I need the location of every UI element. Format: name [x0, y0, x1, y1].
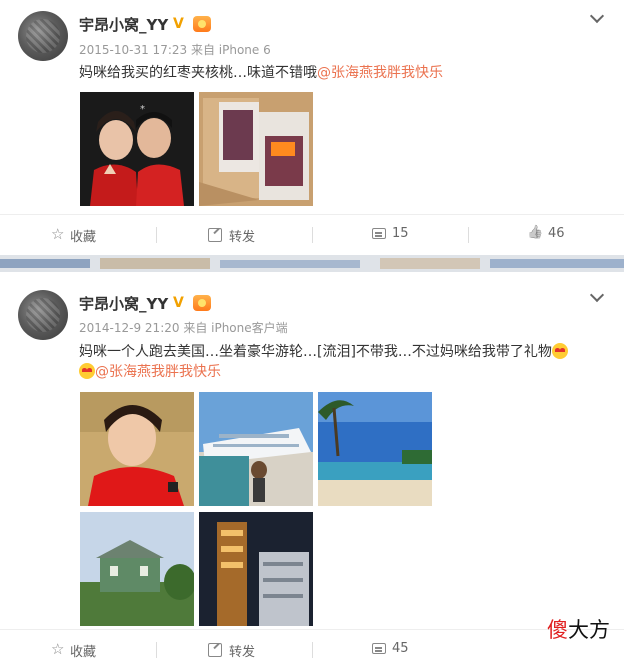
- weibo-post-2: 宇昂小窝_YY V 2014-12-9 21:20 来自 iPhone客户端 妈…: [0, 272, 624, 669]
- photo-cruise-ship[interactable]: [199, 392, 313, 506]
- favorite-label: 收藏: [70, 230, 97, 245]
- post-text: 妈咪一个人跑去美国…坐着豪华游轮…[流泪]不带我…不过妈咪给我带了礼物 @张海燕…: [79, 342, 568, 382]
- post-text-body: 妈咪给我买的红枣夹核桃…味道不错哦: [79, 65, 317, 81]
- forward-icon: [208, 228, 222, 242]
- photo-beach[interactable]: [318, 392, 432, 506]
- comment-icon: [372, 228, 386, 239]
- photo-ship-deck-night[interactable]: [199, 512, 313, 626]
- verified-badge-icon: V: [173, 295, 184, 311]
- mention-link[interactable]: @张海燕我胖我快乐: [95, 364, 221, 380]
- username[interactable]: 宇昂小窝_YY: [79, 14, 168, 35]
- post-text: 妈咪给我买的红枣夹核桃…味道不错哦@张海燕我胖我快乐: [79, 63, 443, 83]
- post-meta: 2015-10-31 17:23 来自 iPhone 6: [79, 43, 271, 57]
- comment-button[interactable]: 45: [312, 630, 468, 670]
- post-meta: 2014-12-9 21:20 来自 iPhone客户端: [79, 321, 288, 335]
- heart-eyes-emoji-icon: [79, 363, 95, 379]
- favorite-button[interactable]: 收藏: [0, 215, 156, 255]
- forward-button[interactable]: 转发: [156, 630, 312, 670]
- post-text-body: 妈咪一个人跑去美国…坐着豪华游轮…[流泪]不带我…不过妈咪给我带了礼物: [79, 344, 552, 360]
- favorite-label: 收藏: [70, 645, 97, 660]
- action-bar: 收藏 转发 15 46: [0, 214, 624, 254]
- member-badge-icon: [193, 295, 211, 311]
- comment-count: 15: [392, 226, 409, 241]
- weibo-post-1: 宇昂小窝_YY V 2015-10-31 17:23 来自 iPhone 6 妈…: [0, 0, 624, 255]
- feed-divider-strip: [0, 255, 624, 272]
- favorite-button[interactable]: 收藏: [0, 630, 156, 670]
- svg-text:*: *: [140, 104, 145, 115]
- photo-selfie[interactable]: *: [80, 92, 194, 206]
- comment-count: 45: [392, 641, 409, 656]
- star-icon: [51, 225, 66, 243]
- photo-house[interactable]: [80, 512, 194, 626]
- member-badge-icon: [193, 16, 211, 32]
- like-button[interactable]: 46: [468, 215, 624, 255]
- avatar[interactable]: [18, 290, 68, 340]
- watermark-rest: 大方: [568, 618, 610, 642]
- chevron-down-icon[interactable]: [590, 289, 604, 303]
- watermark-first-char: 傻: [547, 618, 568, 642]
- comment-icon: [372, 643, 386, 654]
- heart-eyes-emoji-icon: [551, 343, 568, 359]
- verified-badge-icon: V: [173, 16, 184, 32]
- mention-link[interactable]: @张海燕我胖我快乐: [317, 65, 443, 81]
- photo-dates-package[interactable]: [199, 92, 313, 206]
- photo-mother-portrait[interactable]: [80, 392, 194, 506]
- like-count: 46: [548, 226, 565, 241]
- star-icon: [51, 640, 66, 658]
- avatar[interactable]: [18, 11, 68, 61]
- forward-icon: [208, 643, 222, 657]
- username[interactable]: 宇昂小窝_YY: [79, 293, 168, 314]
- forward-label: 转发: [229, 645, 256, 660]
- site-watermark: 傻大方: [547, 614, 610, 644]
- chevron-down-icon[interactable]: [590, 10, 604, 24]
- like-icon: [528, 228, 542, 242]
- action-bar: 收藏 转发 45: [0, 629, 624, 669]
- forward-button[interactable]: 转发: [156, 215, 312, 255]
- forward-label: 转发: [229, 230, 256, 245]
- comment-button[interactable]: 15: [312, 215, 468, 255]
